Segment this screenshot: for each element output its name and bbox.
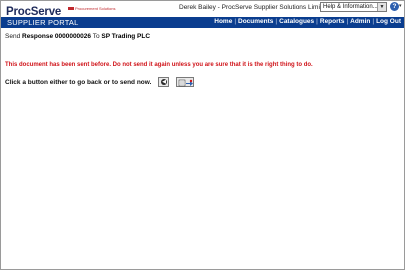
help-icon[interactable]: ?	[390, 2, 399, 11]
recipient-name: SP Trading PLC	[101, 33, 151, 40]
logo-subtext: Procurement Solutions	[68, 6, 115, 11]
instruction-text: Click a button either to go back or to s…	[5, 79, 152, 86]
logo-subtext-label: Procurement Solutions	[75, 6, 116, 11]
user-info: Derek Bailey - ProcServe Supplier Soluti…	[179, 4, 329, 11]
nav-link-home[interactable]: Home	[214, 18, 232, 25]
nav-separator: |	[275, 18, 278, 25]
nav-links: Home | Documents | Catalogues | Reports | Admin |…	[214, 18, 401, 25]
help-information-select[interactable]: Help & Information... ▼	[320, 2, 387, 12]
nav-separator: |	[316, 18, 318, 25]
help-select-value: Help & Information...	[323, 4, 378, 10]
nav-link-catalogues[interactable]: Catalogues	[279, 18, 314, 25]
send-prefix: Send	[5, 33, 21, 40]
top-header: ProcServe Procurement Solutions Derek Ba…	[1, 1, 404, 18]
help-dropdown-arrow-icon[interactable]: ▾	[399, 3, 402, 9]
send-document-icon	[178, 79, 193, 87]
send-now-button[interactable]	[176, 77, 194, 87]
chevron-down-icon[interactable]: ▼	[377, 3, 386, 11]
back-arrow-icon: ◀	[161, 79, 167, 85]
nav-separator: |	[346, 18, 349, 25]
nav-separator: |	[234, 18, 237, 25]
nav-separator: |	[372, 18, 375, 25]
document-reference: Response 0000000026	[22, 33, 92, 40]
portal-title: SUPPLIER PORTAL	[7, 18, 79, 27]
back-button[interactable]: ◀	[158, 77, 169, 87]
nav-link-admin[interactable]: Admin	[350, 18, 370, 25]
send-summary: Send Response 0000000026 To SP Trading P…	[5, 33, 150, 40]
nav-link-logout[interactable]: Log Out	[376, 18, 401, 25]
nav-link-reports[interactable]: Reports	[320, 18, 345, 25]
nav-bar: SUPPLIER PORTAL Home | Documents | Catalogue…	[1, 17, 404, 28]
page-frame: ProcServe Procurement Solutions Derek Ba…	[0, 0, 405, 270]
logo-mark-icon	[68, 7, 74, 11]
resend-warning: This document has been sent before. Do n…	[5, 62, 313, 68]
procserve-logo: ProcServe	[6, 2, 61, 18]
to-label: To	[92, 33, 100, 40]
nav-link-documents[interactable]: Documents	[238, 18, 273, 25]
